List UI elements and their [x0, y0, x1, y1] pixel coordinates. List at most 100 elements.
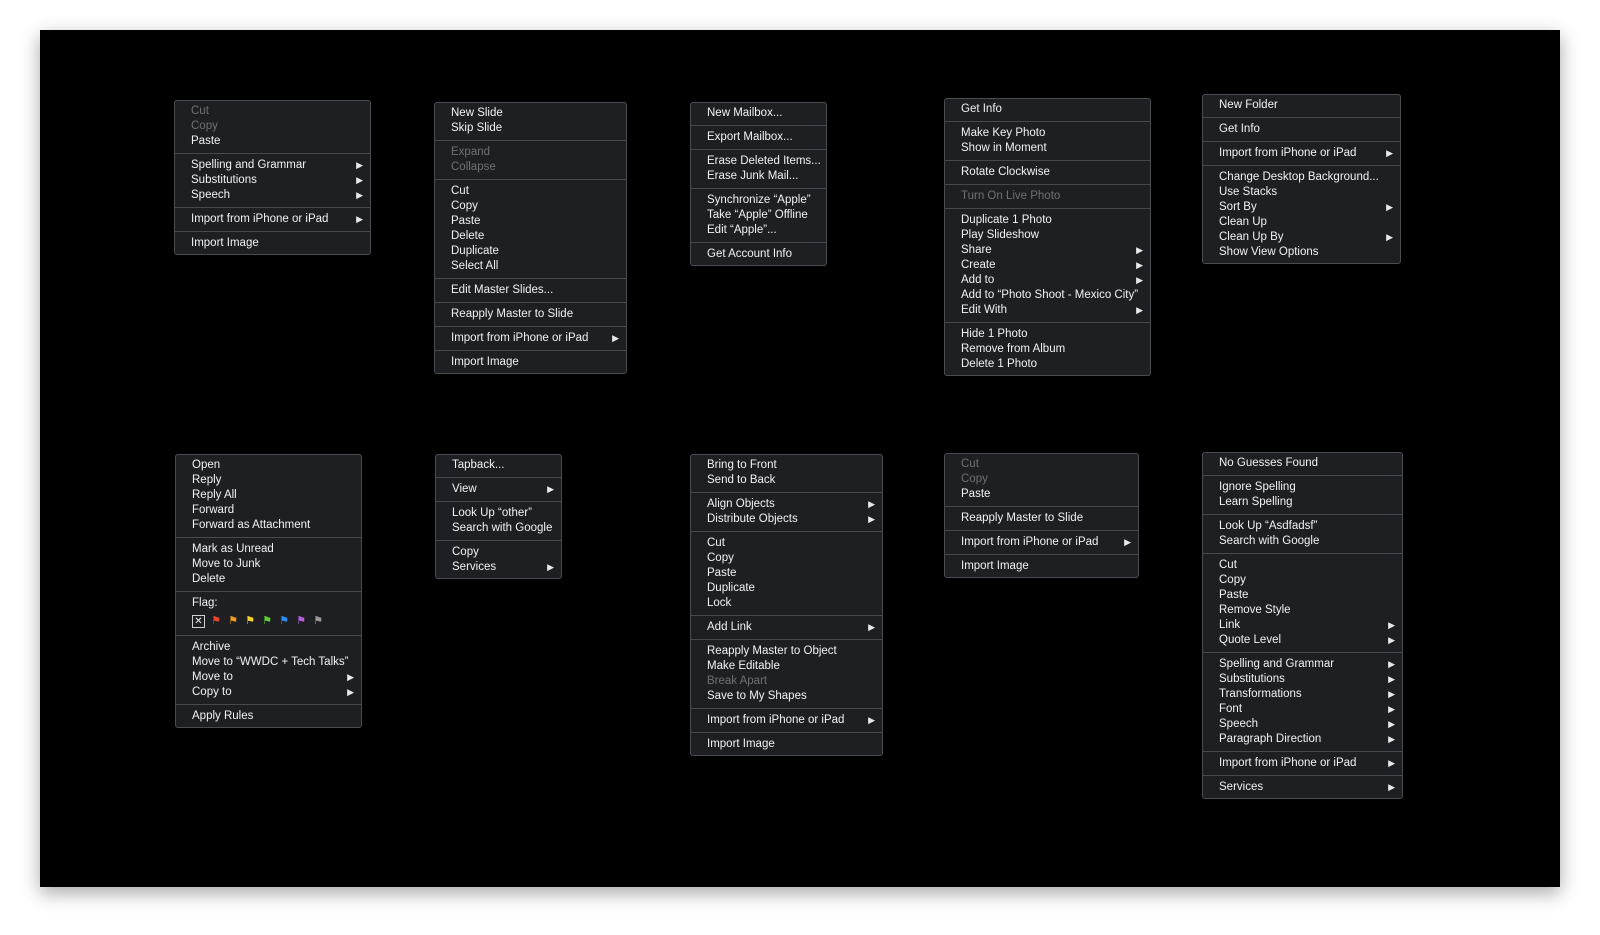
flag-icon[interactable]: ⚑: [278, 615, 290, 627]
menu-item[interactable]: Import Image: [945, 559, 1138, 574]
menu-item[interactable]: Align Objects ▶: [691, 497, 882, 512]
menu-item[interactable]: Synchronize “Apple”: [691, 193, 826, 208]
menu-item[interactable]: Get Account Info: [691, 247, 826, 262]
menu-item[interactable]: Reapply Master to Slide: [945, 511, 1138, 526]
menu-item[interactable]: Skip Slide: [435, 121, 626, 136]
menu-item[interactable]: Send to Back: [691, 473, 882, 488]
menu-item[interactable]: Get Info: [1203, 122, 1400, 137]
menu-item[interactable]: Speech ▶: [175, 188, 370, 203]
menu-item[interactable]: Cut: [435, 184, 626, 199]
menu-item[interactable]: Import from iPhone or iPad ▶: [435, 331, 626, 346]
menu-item[interactable]: Edit “Apple”...: [691, 223, 826, 238]
menu-item[interactable]: Copy: [1203, 573, 1402, 588]
menu-item[interactable]: Copy: [436, 545, 561, 560]
menu-item[interactable]: Reapply Master to Slide: [435, 307, 626, 322]
menu-item[interactable]: Reply All: [176, 488, 361, 503]
menu-item[interactable]: Rotate Clockwise: [945, 165, 1150, 180]
menu-item[interactable]: Erase Junk Mail...: [691, 169, 826, 184]
menu-item[interactable]: Forward: [176, 503, 361, 518]
menu-item[interactable]: Duplicate: [691, 581, 882, 596]
menu-item[interactable]: Delete 1 Photo: [945, 357, 1150, 372]
menu-item[interactable]: Add to “Photo Shoot - Mexico City”: [945, 288, 1150, 303]
menu-item[interactable]: Speech ▶: [1203, 717, 1402, 732]
menu-item[interactable]: Remove Style: [1203, 603, 1402, 618]
menu-item[interactable]: Make Editable: [691, 659, 882, 674]
menu-item[interactable]: Reapply Master to Object: [691, 644, 882, 659]
menu-item[interactable]: Cut: [1203, 558, 1402, 573]
menu-item[interactable]: Use Stacks: [1203, 185, 1400, 200]
menu-item[interactable]: Services ▶: [1203, 780, 1402, 795]
menu-item[interactable]: Delete: [435, 229, 626, 244]
menu-item[interactable]: Services ▶: [436, 560, 561, 575]
menu-item[interactable]: Copy: [691, 551, 882, 566]
menu-item[interactable]: Hide 1 Photo: [945, 327, 1150, 342]
menu-item[interactable]: New Slide: [435, 106, 626, 121]
menu-item[interactable]: Make Key Photo: [945, 126, 1150, 141]
menu-item[interactable]: Move to ▶: [176, 670, 361, 685]
menu-item[interactable]: Link ▶: [1203, 618, 1402, 633]
no-flag-icon[interactable]: ✕: [192, 614, 205, 628]
menu-item[interactable]: Mark as Unread: [176, 542, 361, 557]
menu-item[interactable]: Export Mailbox...: [691, 130, 826, 145]
menu-item[interactable]: Look Up “other”: [436, 506, 561, 521]
menu-item[interactable]: Paste: [691, 566, 882, 581]
menu-item[interactable]: No Guesses Found: [1203, 456, 1402, 471]
menu-item[interactable]: Bring to Front: [691, 458, 882, 473]
menu-item[interactable]: Edit Master Slides...: [435, 283, 626, 298]
menu-item[interactable]: Tapback...: [436, 458, 561, 473]
menu-item[interactable]: Import from iPhone or iPad ▶: [691, 713, 882, 728]
menu-item[interactable]: Sort By ▶: [1203, 200, 1400, 215]
flag-icon[interactable]: ⚑: [261, 615, 273, 627]
menu-item[interactable]: Substitutions ▶: [1203, 672, 1402, 687]
menu-item[interactable]: Save to My Shapes: [691, 689, 882, 704]
menu-item[interactable]: Reply: [176, 473, 361, 488]
flag-icon[interactable]: ⚑: [295, 615, 307, 627]
menu-item[interactable]: Import Image: [435, 355, 626, 370]
menu-item[interactable]: Show View Options: [1203, 245, 1400, 260]
menu-item[interactable]: Paste: [435, 214, 626, 229]
menu-item[interactable]: Transformations ▶: [1203, 687, 1402, 702]
flag-icon[interactable]: ⚑: [244, 615, 256, 627]
menu-item[interactable]: Play Slideshow: [945, 228, 1150, 243]
menu-item[interactable]: Archive: [176, 640, 361, 655]
menu-item[interactable]: Import from iPhone or iPad ▶: [1203, 756, 1402, 771]
menu-item[interactable]: New Mailbox...: [691, 106, 826, 121]
menu-item[interactable]: Import Image: [175, 236, 370, 251]
menu-item[interactable]: Cut: [691, 536, 882, 551]
menu-item[interactable]: Select All: [435, 259, 626, 274]
menu-item[interactable]: Learn Spelling: [1203, 495, 1402, 510]
menu-item[interactable]: Open: [176, 458, 361, 473]
menu-item[interactable]: Import from iPhone or iPad ▶: [175, 212, 370, 227]
menu-item[interactable]: Show in Moment: [945, 141, 1150, 156]
menu-item[interactable]: Delete: [176, 572, 361, 587]
menu-item[interactable]: Paste: [945, 487, 1138, 502]
menu-item[interactable]: Look Up “Asdfadsf”: [1203, 519, 1402, 534]
menu-item[interactable]: Add Link ▶: [691, 620, 882, 635]
menu-item[interactable]: Lock: [691, 596, 882, 611]
menu-item[interactable]: Distribute Objects ▶: [691, 512, 882, 527]
flag-icon[interactable]: ⚑: [312, 615, 324, 627]
menu-item[interactable]: Duplicate 1 Photo: [945, 213, 1150, 228]
menu-item[interactable]: Ignore Spelling: [1203, 480, 1402, 495]
menu-item[interactable]: Paste: [1203, 588, 1402, 603]
menu-item[interactable]: Search with Google: [436, 521, 561, 536]
menu-item[interactable]: Move to Junk: [176, 557, 361, 572]
menu-item[interactable]: Import Image: [691, 737, 882, 752]
menu-item[interactable]: Paste: [175, 134, 370, 149]
menu-item[interactable]: Duplicate: [435, 244, 626, 259]
menu-item[interactable]: Search with Google: [1203, 534, 1402, 549]
menu-item[interactable]: Clean Up By ▶: [1203, 230, 1400, 245]
menu-item[interactable]: Create ▶: [945, 258, 1150, 273]
menu-item[interactable]: Substitutions ▶: [175, 173, 370, 188]
menu-item[interactable]: Apply Rules: [176, 709, 361, 724]
menu-item[interactable]: Flag:: [176, 596, 361, 611]
menu-item[interactable]: Edit With ▶: [945, 303, 1150, 318]
menu-item[interactable]: Copy: [435, 199, 626, 214]
menu-item[interactable]: View ▶: [436, 482, 561, 497]
menu-item[interactable]: Add to ▶: [945, 273, 1150, 288]
menu-item[interactable]: Spelling and Grammar ▶: [175, 158, 370, 173]
menu-item[interactable]: Font ▶: [1203, 702, 1402, 717]
menu-item[interactable]: Move to “WWDC + Tech Talks”: [176, 655, 361, 670]
menu-item[interactable]: Spelling and Grammar ▶: [1203, 657, 1402, 672]
menu-item[interactable]: Paragraph Direction ▶: [1203, 732, 1402, 747]
